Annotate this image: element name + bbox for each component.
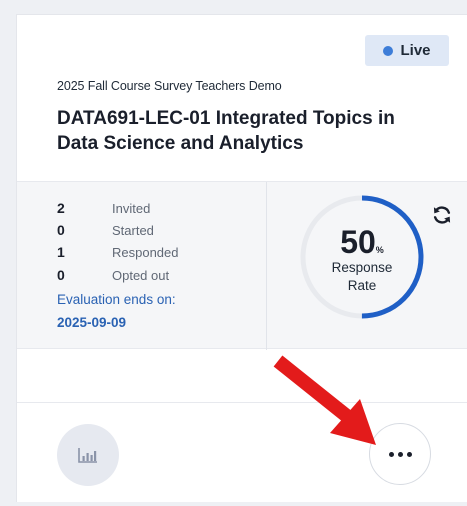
bar-chart-icon <box>78 448 97 463</box>
stat-started-label: Started <box>112 222 154 238</box>
stat-started: 0 Started <box>57 219 154 241</box>
arrow-shaft <box>273 355 353 423</box>
stats-divider <box>266 182 267 350</box>
stat-started-value: 0 <box>57 222 65 238</box>
survey-card: Live 2025 Fall Course Survey Teachers De… <box>16 14 467 502</box>
evaluation-end-date: 2025-09-09 <box>57 315 127 330</box>
stat-opted-out-label: Opted out <box>112 267 170 283</box>
response-rate-unit: % <box>375 245 384 255</box>
response-rate-caption-line2: Rate <box>347 278 377 293</box>
stat-opted-out: 0 Opted out <box>57 264 169 286</box>
response-rate-gauge: 50% Response Rate <box>297 192 427 322</box>
more-dot <box>397 451 403 457</box>
response-rate-value: 50 <box>340 224 376 260</box>
status-label: Live <box>400 42 431 59</box>
live-dot-icon <box>383 45 394 56</box>
more-dot <box>406 451 412 457</box>
report-button[interactable] <box>57 424 119 486</box>
refresh-icon[interactable] <box>431 204 453 226</box>
course-title: DATA691-LEC-01 Integrated Topics in Data… <box>57 108 395 154</box>
stat-responded-value: 1 <box>57 244 65 260</box>
status-badge: Live <box>365 35 449 66</box>
pointer-arrow-icon <box>273 355 376 445</box>
evaluation-end-label: Evaluation ends on: <box>57 292 176 307</box>
footer-divider <box>17 402 467 403</box>
stat-invited: 2 Invited <box>57 197 150 219</box>
gauge-text: 50% Response Rate <box>297 226 427 294</box>
stat-invited-value: 2 <box>57 200 65 216</box>
stat-opted-out-value: 0 <box>57 267 65 283</box>
stat-responded-label: Responded <box>112 244 179 260</box>
stat-invited-label: Invited <box>112 200 151 216</box>
stats-section: 2 Invited 0 Started 1 Responded 0 Opted … <box>17 181 467 350</box>
stat-responded: 1 Responded <box>57 241 179 263</box>
survey-name: 2025 Fall Course Survey Teachers Demo <box>57 79 282 93</box>
response-rate-caption-line1: Response <box>331 260 393 275</box>
